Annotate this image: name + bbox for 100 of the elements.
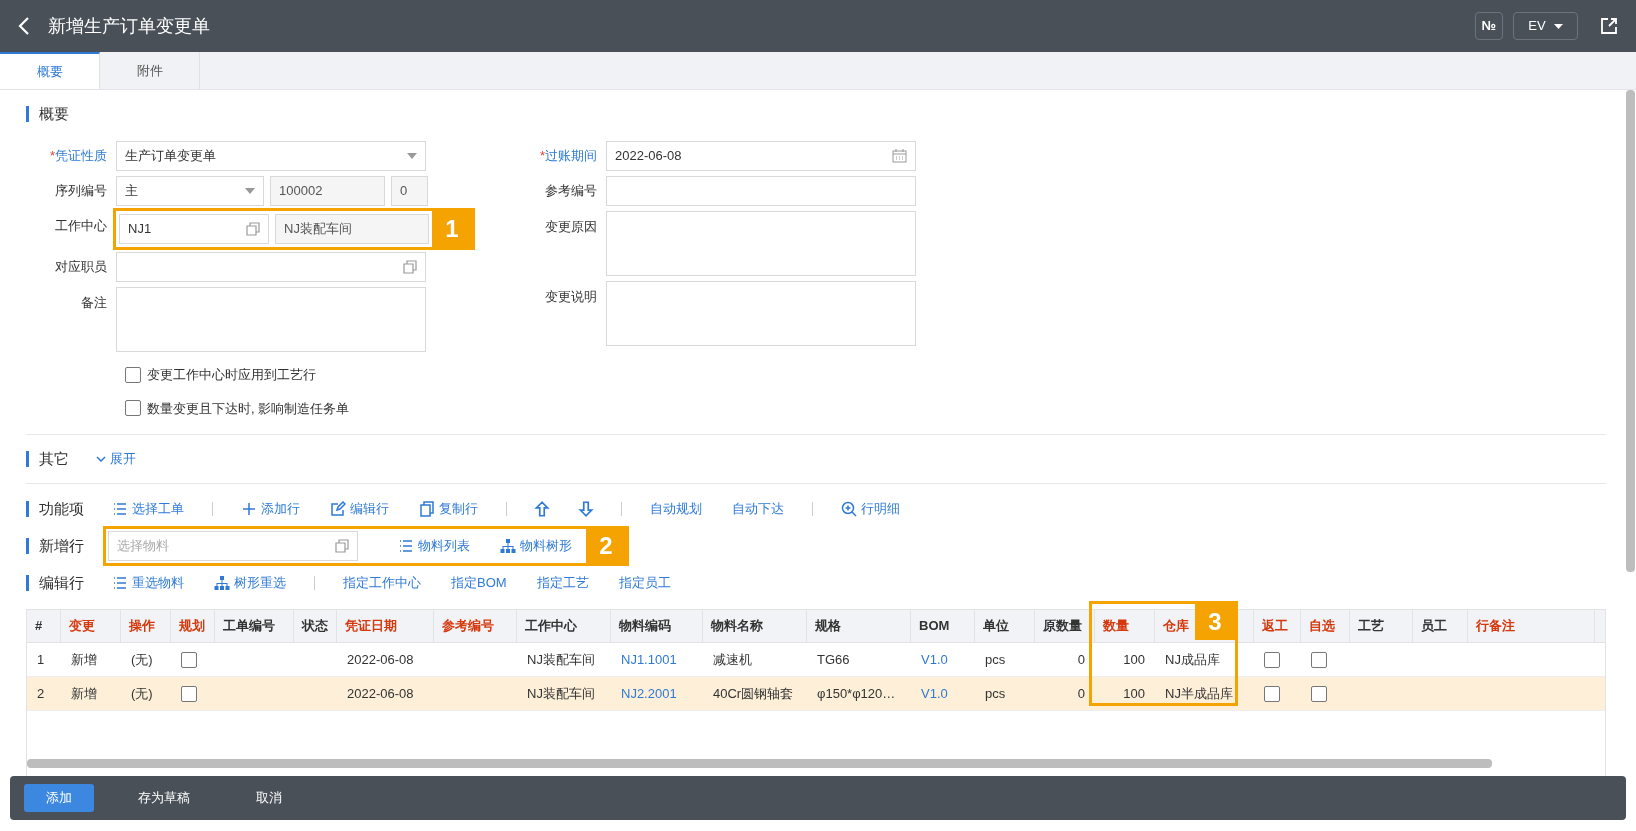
- toolbar-button[interactable]: 复制行: [413, 498, 484, 519]
- table-cell-text: 100: [1122, 650, 1146, 669]
- search-field[interactable]: 选择物料: [108, 530, 358, 561]
- checkbox-label: 数量变更且下达时, 影响制造任务单: [147, 399, 350, 418]
- toolbar-button[interactable]: 物料树形: [494, 535, 578, 556]
- toolbar-button[interactable]: 行明细: [835, 498, 906, 519]
- table-cell-text: 新增: [70, 650, 98, 669]
- checkbox[interactable]: [181, 685, 197, 702]
- table-cell-text: NJ装配车间: [526, 650, 596, 669]
- horizontal-scrollbar[interactable]: [27, 759, 1492, 768]
- column-header: #: [27, 610, 61, 642]
- readonly-field: 0: [391, 176, 428, 206]
- tab[interactable]: 附件: [100, 52, 200, 89]
- checkbox[interactable]: [125, 366, 141, 383]
- footer-button[interactable]: 取消: [234, 784, 304, 812]
- field-label: 工作中心: [54, 217, 108, 235]
- column-header: 原数量: [1035, 610, 1095, 642]
- table-link[interactable]: NJ1.1001: [611, 643, 703, 676]
- chevron-down-icon: [96, 456, 106, 462]
- column-header: 规划: [171, 610, 215, 642]
- footer-button[interactable]: 存为草稿: [116, 784, 212, 812]
- column-header: 行备注: [1468, 610, 1595, 642]
- checkbox[interactable]: [181, 651, 197, 668]
- callout-number: 3: [1195, 604, 1235, 640]
- column-header: 物料名称: [703, 610, 807, 642]
- language-select[interactable]: EV: [1513, 12, 1578, 40]
- toolbar-button[interactable]: 指定工艺: [530, 572, 595, 593]
- number-button[interactable]: №: [1474, 12, 1503, 40]
- column-header: 单位: [975, 610, 1035, 642]
- textarea-field[interactable]: [116, 287, 426, 352]
- toolbar-button[interactable]: 选择工单: [106, 498, 190, 519]
- list-icon: [398, 537, 414, 554]
- callout-number: 2: [586, 528, 626, 563]
- tab[interactable]: 概要: [0, 52, 100, 89]
- readonly-field: 100002: [270, 176, 385, 206]
- list-icon: [112, 500, 128, 517]
- plus-icon: [241, 500, 257, 517]
- checkbox[interactable]: [125, 400, 141, 417]
- toolbar-button[interactable]: 指定BOM: [445, 572, 513, 593]
- lookup-field[interactable]: NJ1: [119, 214, 269, 244]
- toolbar-button[interactable]: 重选物料: [106, 572, 190, 593]
- column-header: 凭证日期: [337, 610, 434, 642]
- table-link[interactable]: V1.0: [911, 643, 975, 676]
- toolbar-button[interactable]: 自动下达: [726, 498, 790, 519]
- table-cell-text: pcs: [984, 650, 1007, 669]
- page-title: 新增生产订单变更单: [48, 14, 210, 38]
- select-field[interactable]: 生产订单变更单: [116, 141, 426, 171]
- textarea-field[interactable]: [606, 281, 916, 346]
- field-label: 序列编号: [54, 182, 108, 200]
- column-header: 数量: [1095, 610, 1155, 642]
- table-row[interactable]: 2 新增 (无) 2022-06-08 NJ装配车间 NJ2.2001 40Cr圆钢轴套 φ150*φ120… V1.0 pcs 0 100 NJ半成品库: [27, 677, 1605, 711]
- copy-icon[interactable]: [403, 260, 417, 274]
- table-cell-text: 0: [1076, 684, 1086, 703]
- column-header: BOM: [911, 610, 975, 642]
- section-title: 其它: [26, 451, 96, 467]
- table-link[interactable]: NJ2.2001: [611, 677, 703, 710]
- table-cell-text: NJ成品库: [1164, 650, 1221, 669]
- field-label: 对应职员: [54, 258, 108, 276]
- toolbar-button[interactable]: 树形重选: [208, 572, 292, 593]
- field-label: *过账期间: [538, 147, 598, 165]
- column-header: 工艺: [1350, 610, 1413, 642]
- table-cell-text: 40Cr圆钢轴套: [712, 684, 795, 703]
- toolbar-button[interactable]: 物料列表: [392, 535, 476, 556]
- field-label: 备注: [80, 294, 108, 312]
- callout-number: 1: [432, 211, 472, 247]
- lookup-field[interactable]: [116, 252, 426, 282]
- toolbar-title: 编辑行: [26, 574, 106, 591]
- back-icon[interactable]: [18, 17, 30, 35]
- table-cell-text: pcs: [984, 684, 1007, 703]
- expand-toggle[interactable]: 展开: [96, 449, 136, 469]
- toolbar-button[interactable]: 指定工作中心: [337, 572, 427, 593]
- section-title: 概要: [26, 106, 106, 122]
- copy-icon: [419, 500, 435, 517]
- table-cell-text: 新增: [70, 684, 98, 703]
- column-header: 工作中心: [517, 610, 611, 642]
- footer-button[interactable]: 添加: [24, 784, 94, 812]
- toolbar-button[interactable]: 自动规划: [644, 498, 708, 519]
- checkbox[interactable]: [1311, 651, 1327, 668]
- copy-icon[interactable]: [335, 538, 349, 553]
- hierarchy-icon: [214, 574, 230, 591]
- toolbar-button[interactable]: 添加行: [235, 498, 306, 519]
- vertical-scrollbar[interactable]: [1626, 90, 1635, 572]
- caret-icon: [245, 188, 255, 194]
- toolbar-button[interactable]: 指定员工: [612, 572, 677, 593]
- table-link[interactable]: V1.0: [911, 677, 975, 710]
- table-cell-text: 2022-06-08: [346, 650, 415, 669]
- table-cell-text: 0: [1076, 650, 1086, 669]
- checkbox[interactable]: [1264, 651, 1280, 668]
- share-icon[interactable]: [1600, 17, 1618, 35]
- checkbox[interactable]: [1264, 685, 1280, 702]
- toolbar-button[interactable]: 编辑行: [324, 498, 395, 519]
- textarea-field[interactable]: [606, 211, 916, 276]
- select-field[interactable]: 主: [116, 176, 264, 206]
- text-field[interactable]: [606, 176, 916, 206]
- column-header: 员工: [1413, 610, 1468, 642]
- copy-icon[interactable]: [246, 222, 260, 236]
- table-cell-text: 2022-06-08: [346, 684, 415, 703]
- checkbox[interactable]: [1311, 685, 1327, 702]
- date-field[interactable]: 2022-06-08: [606, 141, 916, 171]
- table-cell-text: φ150*φ120…: [816, 684, 897, 703]
